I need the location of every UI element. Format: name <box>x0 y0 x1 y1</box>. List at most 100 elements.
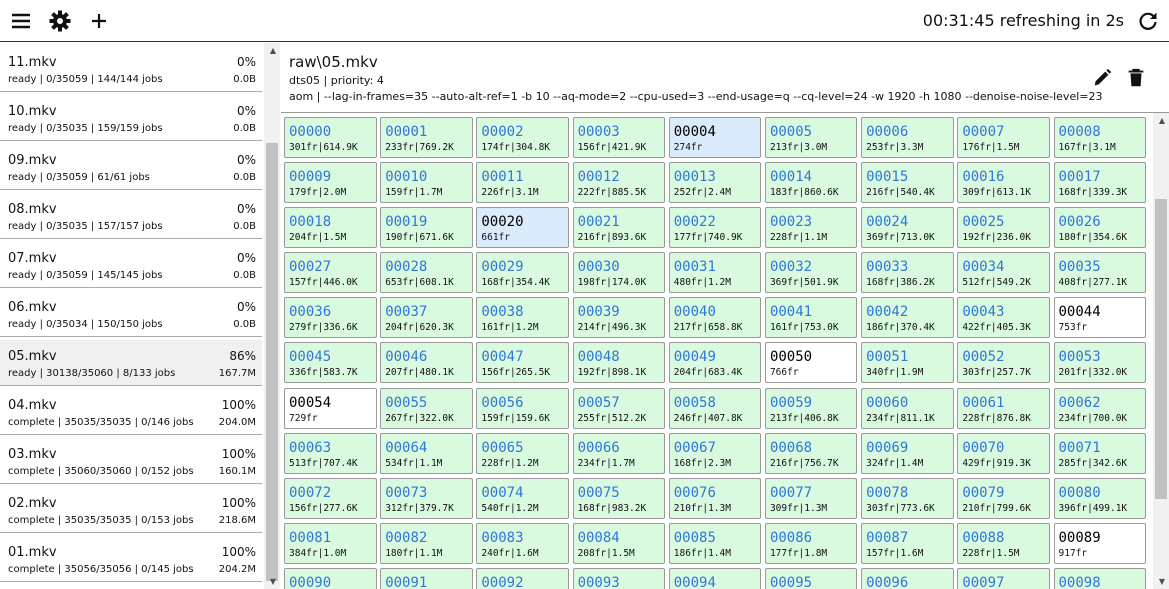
chunk-tile[interactable]: 00087 157fr|1.6M <box>861 522 954 564</box>
chunk-tile[interactable]: 00024 369fr|713.0K <box>861 207 954 249</box>
chunk-tile[interactable]: 00097 <box>957 567 1050 589</box>
chunk-tile[interactable]: 00086 177fr|1.8M <box>764 522 858 564</box>
chunk-tile[interactable]: 00058 246fr|407.8K <box>668 387 762 429</box>
chunk-grid-scroll-thumb[interactable] <box>1155 199 1167 499</box>
chunk-tile[interactable]: 00036 279fr|336.6K <box>284 297 377 339</box>
chunk-tile[interactable]: 00005 213fr|3.0M <box>764 117 858 158</box>
chunk-tile[interactable]: 00085 186fr|1.4M <box>668 522 762 564</box>
chunk-tile[interactable]: 00010 159fr|1.7M <box>380 162 473 204</box>
file-item[interactable]: 06.mkv 0% ready | 0/35034 | 150/150 jobs 0.… <box>0 291 262 337</box>
chunk-tile[interactable]: 00054 729fr <box>284 387 377 429</box>
file-item[interactable]: 05.mkv 86% ready | 30138/35060 | 8/133 job… <box>0 340 262 386</box>
add-icon[interactable] <box>87 9 111 33</box>
chunk-tile[interactable]: 00071 285fr|342.6K <box>1053 432 1146 474</box>
chunk-tile[interactable]: 00060 234fr|811.1K <box>861 387 954 429</box>
chunk-tile[interactable]: 00065 228fr|1.2M <box>476 432 569 474</box>
chunk-tile[interactable]: 00073 312fr|379.7K <box>380 477 473 519</box>
chunk-tile[interactable]: 00055 267fr|322.0K <box>380 387 473 429</box>
chunk-tile[interactable]: 00056 159fr|159.6K <box>476 387 569 429</box>
file-item[interactable]: 07.mkv 0% ready | 0/35059 | 145/145 jobs 0.… <box>0 242 262 288</box>
chunk-tile[interactable]: 00063 513fr|707.4K <box>284 432 377 474</box>
chunk-tile[interactable]: 00089 917fr <box>1053 522 1146 564</box>
chunk-tile[interactable]: 00007 176fr|1.5M <box>957 117 1050 158</box>
chunk-tile[interactable]: 00044 753fr <box>1053 297 1146 339</box>
chunk-tile[interactable]: 00079 210fr|799.6K <box>957 477 1050 519</box>
chunk-tile[interactable]: 00009 179fr|2.0M <box>284 162 377 204</box>
gear-icon[interactable] <box>48 9 72 33</box>
file-item[interactable]: 02.mkv 100% complete | 35035/35035 | 0/153… <box>0 487 262 533</box>
chunk-tile[interactable]: 00001 233fr|769.2K <box>380 117 473 158</box>
chunk-tile[interactable]: 00037 204fr|620.3K <box>380 297 473 339</box>
scroll-up-arrow[interactable]: ▲ <box>1159 116 1165 125</box>
file-item[interactable]: 09.mkv 0% ready | 0/35059 | 61/61 jobs 0.0B <box>0 144 262 190</box>
chunk-tile[interactable]: 00091 <box>380 567 473 589</box>
delete-icon[interactable] <box>1125 67 1147 89</box>
chunk-tile[interactable]: 00072 156fr|277.6K <box>284 477 377 519</box>
chunk-tile[interactable]: 00026 180fr|354.6K <box>1053 207 1146 249</box>
chunk-tile[interactable]: 00035 408fr|277.1K <box>1053 252 1146 294</box>
chunk-tile[interactable]: 00027 157fr|446.0K <box>284 252 377 294</box>
chunk-tile[interactable]: 00019 190fr|671.6K <box>380 207 473 249</box>
file-item[interactable]: 04.mkv 100% complete | 35035/35035 | 0/146… <box>0 389 262 435</box>
chunk-tile[interactable]: 00012 222fr|885.5K <box>572 162 666 204</box>
chunk-tile[interactable]: 00025 192fr|236.0K <box>957 207 1050 249</box>
chunk-tile[interactable]: 00047 156fr|265.5K <box>476 342 569 384</box>
edit-icon[interactable] <box>1091 67 1113 89</box>
chunk-tile[interactable]: 00090 <box>284 567 377 589</box>
chunk-tile[interactable]: 00013 252fr|2.4M <box>668 162 762 204</box>
chunk-tile[interactable]: 00069 324fr|1.4M <box>861 432 954 474</box>
chunk-tile[interactable]: 00002 174fr|304.8K <box>476 117 569 158</box>
chunk-tile[interactable]: 00038 161fr|1.2M <box>476 297 569 339</box>
chunk-tile[interactable]: 00075 168fr|983.2K <box>572 477 666 519</box>
chunk-grid-scrollbar[interactable]: ▲ ▼ <box>1153 113 1169 589</box>
chunk-tile[interactable]: 00051 340fr|1.9M <box>861 342 954 384</box>
chunk-tile[interactable]: 00028 653fr|608.1K <box>380 252 473 294</box>
chunk-tile[interactable]: 00042 186fr|370.4K <box>861 297 954 339</box>
chunk-tile[interactable]: 00059 213fr|406.8K <box>764 387 858 429</box>
chunk-tile[interactable]: 00088 228fr|1.5M <box>957 522 1050 564</box>
chunk-tile[interactable]: 00033 168fr|386.2K <box>861 252 954 294</box>
chunk-tile[interactable]: 00098 <box>1053 567 1146 589</box>
chunk-tile[interactable]: 00094 <box>668 567 762 589</box>
chunk-tile[interactable]: 00006 253fr|3.3M <box>861 117 954 158</box>
chunk-tile[interactable]: 00053 201fr|332.0K <box>1053 342 1146 384</box>
chunk-tile[interactable]: 00030 198fr|174.0K <box>572 252 666 294</box>
chunk-tile[interactable]: 00017 168fr|339.3K <box>1053 162 1146 204</box>
chunk-tile[interactable]: 00092 <box>476 567 569 589</box>
scroll-down-arrow[interactable]: ▼ <box>270 577 276 586</box>
file-item[interactable]: 01.mkv 100% complete | 35056/35056 | 0/145… <box>0 536 262 582</box>
chunk-tile[interactable]: 00000 301fr|614.9K <box>284 117 377 158</box>
chunk-tile[interactable]: 00029 168fr|354.4K <box>476 252 569 294</box>
chunk-tile[interactable]: 00052 303fr|257.7K <box>957 342 1050 384</box>
chunk-tile[interactable]: 00082 180fr|1.1M <box>380 522 473 564</box>
chunk-tile[interactable]: 00064 534fr|1.1M <box>380 432 473 474</box>
file-item[interactable]: 11.mkv 0% ready | 0/35059 | 144/144 jobs 0.… <box>0 46 262 92</box>
chunk-tile[interactable]: 00015 216fr|540.4K <box>861 162 954 204</box>
chunk-tile[interactable]: 00008 167fr|3.1M <box>1053 117 1146 158</box>
chunk-tile[interactable]: 00046 207fr|480.1K <box>380 342 473 384</box>
chunk-tile[interactable]: 00018 204fr|1.5M <box>284 207 377 249</box>
chunk-tile[interactable]: 00003 156fr|421.9K <box>572 117 666 158</box>
chunk-tile[interactable]: 00050 766fr <box>764 342 858 384</box>
sidebar-scrollbar[interactable]: ▲ ▼ <box>264 43 280 589</box>
chunk-tile[interactable]: 00021 216fr|893.6K <box>572 207 666 249</box>
chunk-tile[interactable]: 00078 303fr|773.6K <box>861 477 954 519</box>
chunk-tile[interactable]: 00040 217fr|658.8K <box>668 297 762 339</box>
chunk-tile[interactable]: 00067 168fr|2.3M <box>668 432 762 474</box>
scroll-up-arrow[interactable]: ▲ <box>270 46 276 55</box>
chunk-tile[interactable]: 00032 369fr|501.9K <box>764 252 858 294</box>
chunk-tile[interactable]: 00048 192fr|898.1K <box>572 342 666 384</box>
chunk-tile[interactable]: 00083 240fr|1.6M <box>476 522 569 564</box>
chunk-tile[interactable]: 00095 <box>764 567 858 589</box>
chunk-tile[interactable]: 00070 429fr|919.3K <box>957 432 1050 474</box>
chunk-tile[interactable]: 00074 540fr|1.2M <box>476 477 569 519</box>
chunk-tile[interactable]: 00016 309fr|613.1K <box>957 162 1050 204</box>
chunk-tile[interactable]: 00014 183fr|860.6K <box>764 162 858 204</box>
file-item[interactable]: 10.mkv 0% ready | 0/35035 | 159/159 jobs 0.… <box>0 95 262 141</box>
sidebar-scroll-thumb[interactable] <box>266 143 278 581</box>
chunk-tile[interactable]: 00061 228fr|876.8K <box>957 387 1050 429</box>
chunk-tile[interactable]: 00004 274fr <box>668 117 762 158</box>
chunk-tile[interactable]: 00041 161fr|753.0K <box>764 297 858 339</box>
chunk-tile[interactable]: 00043 422fr|405.3K <box>957 297 1050 339</box>
chunk-tile[interactable]: 00076 210fr|1.3M <box>668 477 762 519</box>
